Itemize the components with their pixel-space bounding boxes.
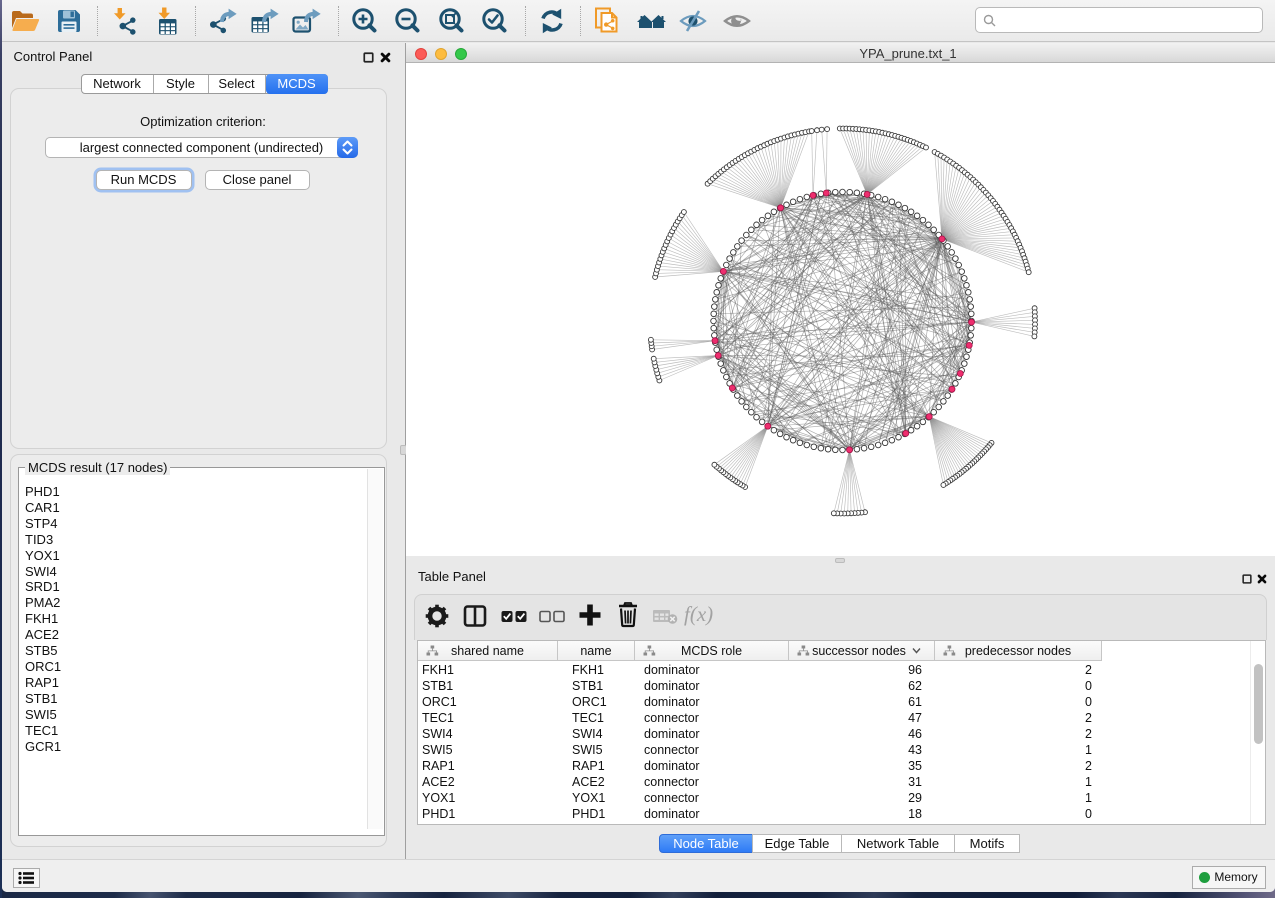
svg-text:f(x): f(x) xyxy=(684,602,713,626)
